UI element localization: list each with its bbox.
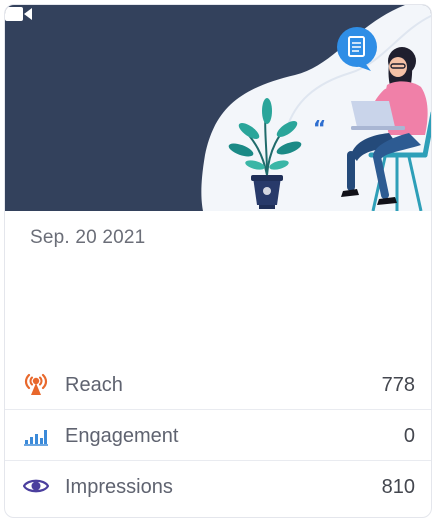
svg-text:“: “ (313, 116, 326, 140)
metric-value-engagement: 0 (403, 425, 415, 447)
post-date: Sep. 20 2021 (30, 227, 146, 248)
video-camera-icon (5, 7, 32, 21)
post-thumbnail[interactable]: “ (5, 5, 431, 211)
metric-row-reach: Reach 778 (5, 359, 431, 410)
metric-label-reach: Reach (65, 374, 123, 396)
metric-row-engagement: Engagement 0 (5, 410, 431, 461)
metric-label-engagement: Engagement (65, 425, 179, 447)
eye-icon (23, 479, 49, 493)
metric-value-reach: 778 (381, 374, 415, 396)
engagement-bars-icon (24, 430, 48, 446)
metric-row-impressions: Impressions 810 (5, 461, 431, 512)
metrics-list: Reach 778 Engagement 0 Impressions 810 (5, 359, 431, 512)
reach-antenna-icon (24, 373, 48, 395)
post-card[interactable]: “ Sep. 20 2021 Reach 778 Engagement 0 Im… (4, 4, 432, 518)
metric-label-impressions: Impressions (65, 476, 173, 498)
hero-illustration: “ (201, 5, 431, 211)
metric-value-impressions: 810 (381, 476, 415, 498)
